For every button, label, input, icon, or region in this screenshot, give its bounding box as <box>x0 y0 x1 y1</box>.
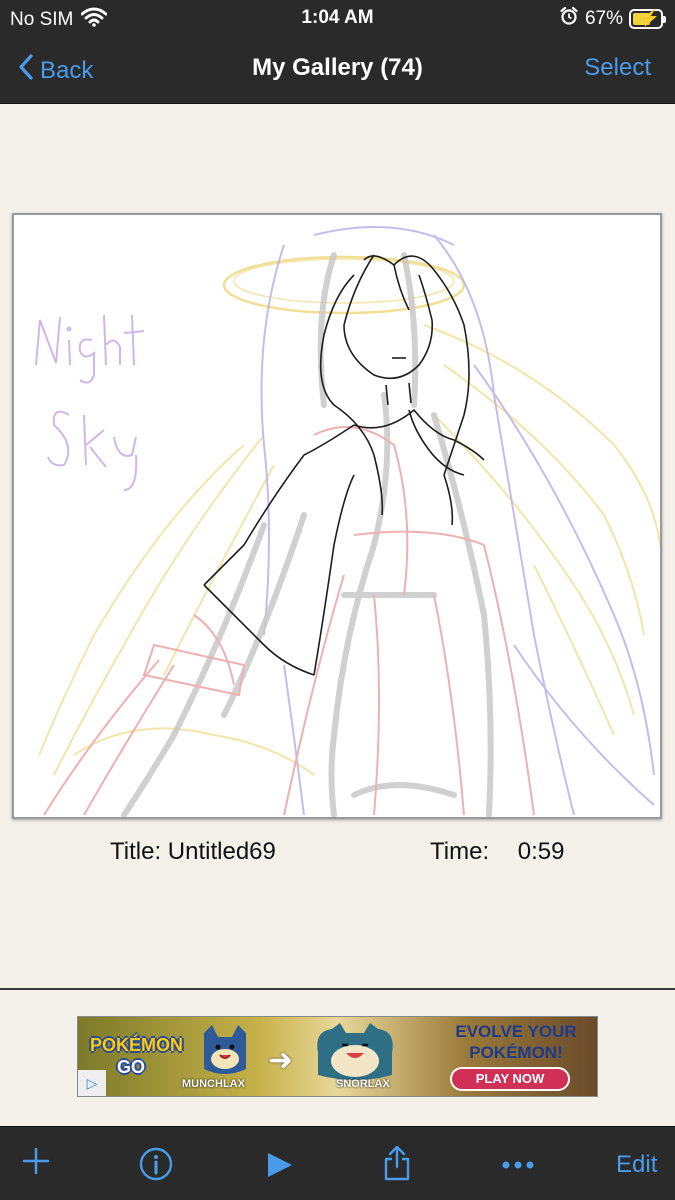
banner-ad[interactable]: POKÉMON GO MUNCHLAX ➜ SNORLAX EVOLVE YOU… <box>77 1016 598 1097</box>
battery-percent: 67% <box>584 8 623 29</box>
share-icon[interactable] <box>383 1145 411 1186</box>
info-icon[interactable] <box>139 1147 173 1186</box>
snorlax-image <box>317 1023 393 1080</box>
arrow-right-icon: ➜ <box>268 1044 294 1077</box>
divider <box>0 988 675 990</box>
munchlax-label: MUNCHLAX <box>182 1078 245 1090</box>
title-value: Untitled69 <box>167 838 276 865</box>
navigation-bar: Back My Gallery (74) Select <box>0 36 675 104</box>
ad-headline: EVOLVE YOUR POKÉMON! <box>455 1022 577 1062</box>
time-label: Time: <box>430 838 490 865</box>
status-bar: No SIM 1:04 AM 67% ⚡ <box>0 0 675 36</box>
artwork-title: Title: Untitled69 <box>110 838 276 866</box>
drawing-image <box>35 226 660 817</box>
battery-icon: ⚡ <box>629 9 666 29</box>
play-now-button[interactable]: PLAY NOW <box>450 1067 570 1091</box>
munchlax-image <box>204 1025 246 1074</box>
title-label: Title: <box>110 838 162 865</box>
select-button[interactable]: Select <box>584 54 651 82</box>
snorlax-label: SNORLAX <box>336 1078 390 1090</box>
adchoices-icon[interactable]: ▷ <box>78 1070 106 1096</box>
bottom-toolbar: Edit <box>0 1126 675 1200</box>
play-icon[interactable] <box>266 1151 294 1184</box>
more-icon[interactable] <box>502 1157 534 1175</box>
page-title: My Gallery (74) <box>252 54 423 81</box>
status-right: 67% ⚡ <box>559 6 666 32</box>
time-value: 0:59 <box>517 838 565 865</box>
artwork-preview[interactable] <box>12 213 662 819</box>
edit-button[interactable]: Edit <box>616 1151 657 1179</box>
alarm-icon <box>559 6 579 32</box>
plus-icon[interactable] <box>22 1147 50 1180</box>
artwork-time: Time: 0:59 <box>430 838 565 866</box>
